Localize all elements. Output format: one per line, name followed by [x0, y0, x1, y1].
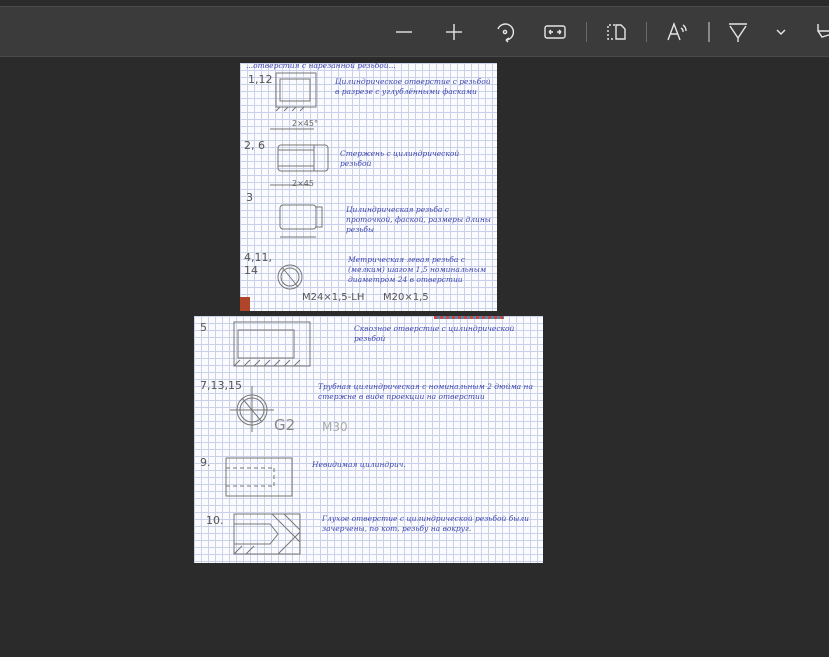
item-number: 1,12	[248, 73, 273, 86]
zoom-out-button[interactable]	[391, 19, 417, 45]
chevron-down-icon	[776, 29, 786, 35]
draw-icon	[817, 24, 829, 38]
drawing-thread-undercut	[279, 204, 323, 238]
dimension-label: 2×45°	[292, 119, 318, 128]
toolbar-separator	[586, 22, 587, 42]
pipe-thread-label: G2	[274, 416, 296, 434]
draw-button[interactable]	[812, 19, 829, 45]
thread-designation: M24×1,5-LH	[302, 292, 365, 303]
item-number: 9.	[200, 456, 211, 469]
page-view-button[interactable]	[603, 19, 629, 45]
drawing-hidden-thread	[225, 457, 293, 497]
toolbar-separator	[646, 22, 647, 42]
metric-thread-label: M30	[322, 420, 348, 434]
item-number: 10.	[206, 514, 224, 527]
item-description: Цилиндрическая резьба с проточкой, фаско…	[346, 205, 491, 234]
item-description: Трубная цилиндрическая с номинальным 2 д…	[318, 382, 533, 401]
scan-edge	[240, 297, 250, 311]
scan-edge	[434, 316, 504, 319]
read-aloud-button[interactable]	[665, 19, 691, 45]
read-aloud-icon	[667, 22, 687, 41]
two-page-icon	[607, 24, 626, 40]
item-description: Стержень с цилиндрической резьбой	[340, 149, 460, 168]
item-description: Глухое отверстие с цилиндрической резьбо…	[322, 514, 529, 533]
rotate-icon	[497, 23, 515, 43]
plus-icon	[446, 24, 462, 40]
item-number: 3	[246, 191, 253, 204]
pdf-page-1: ...отверстия с нарезанной резьбой... 1,1…	[240, 63, 497, 311]
highlighter-icon	[729, 23, 747, 42]
window-top-strip	[0, 0, 829, 7]
dimension-label: 2×45	[292, 179, 314, 188]
item-description: Метрическая левая резьба с (мелким) шаго…	[348, 255, 487, 284]
highlight-options-button[interactable]	[768, 19, 794, 45]
fit-width-icon	[544, 25, 566, 39]
fit-to-width-button[interactable]	[542, 19, 568, 45]
drawing-blind-hole	[233, 513, 301, 555]
drawing-through-hole	[233, 321, 311, 367]
zoom-in-button[interactable]	[441, 19, 467, 45]
highlight-button[interactable]	[725, 19, 751, 45]
item-description: Цилиндрическое отверстие с резьбой в раз…	[335, 77, 491, 96]
thread-designation-alt: M20×1,5	[383, 292, 429, 303]
toolbar-separator	[708, 22, 710, 42]
item-description: Сквозное отверстие с цилиндрической резь…	[354, 324, 515, 343]
item-number: 2, 6	[244, 139, 265, 152]
pdf-toolbar	[0, 7, 829, 57]
item-number: 5	[200, 321, 207, 334]
minus-icon	[396, 31, 412, 33]
item-number: 4,11, 14	[244, 251, 272, 277]
rotate-button[interactable]	[492, 19, 518, 45]
item-description: Невидимая цилиндрич.	[312, 460, 406, 469]
pdf-page-2: 5 Сквозное отверстие с цилиндрической ре…	[194, 316, 543, 563]
